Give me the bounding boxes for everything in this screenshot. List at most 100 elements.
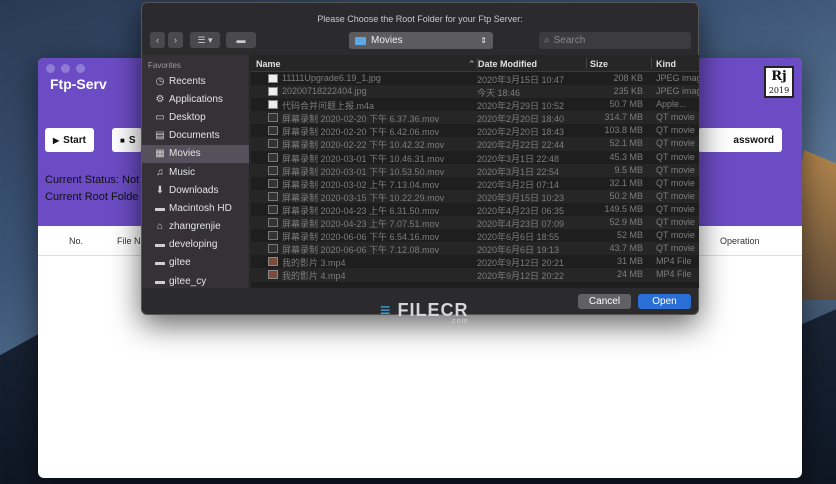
- new-folder-button[interactable]: ▬: [226, 32, 256, 48]
- music-icon: ♫: [156, 166, 164, 178]
- movie-file-icon: [268, 113, 278, 123]
- start-button[interactable]: ▶ Start: [45, 128, 94, 152]
- file-name: 11111Upgrade6.19_1.jpg: [282, 73, 381, 83]
- dialog-title: Please Choose the Root Folder for your F…: [317, 14, 523, 24]
- search-icon: ⌕: [544, 35, 550, 46]
- cancel-button[interactable]: Cancel: [578, 294, 631, 309]
- sort-chevron-up-icon: ⌃: [468, 59, 476, 69]
- sidebar-item-desktop[interactable]: ▭ Desktop: [142, 108, 249, 126]
- file-date: 2020年3月15日 10:23: [477, 192, 565, 203]
- file-row[interactable]: 代码合并问题上报.m4a 2020年2月29日 10:52 50.7 MB Apple…: [251, 98, 699, 111]
- file-size: 52.1 MB: [609, 138, 643, 149]
- column-divider: [651, 58, 652, 69]
- password-button[interactable]: assword: [698, 128, 782, 152]
- file-size: 9.5 MB: [614, 164, 643, 175]
- sidebar-item-documents[interactable]: ▤ Documents: [142, 127, 249, 145]
- folder-icon: ▬: [236, 35, 246, 45]
- movie-file-icon: [268, 165, 278, 175]
- hard-drive-icon: ▬: [155, 202, 165, 214]
- file-row[interactable]: 屏幕录制 2020-04-23 上午 7.07.51.mov 2020年4月23日…: [251, 216, 699, 230]
- col-date-modified[interactable]: Date Modified: [478, 59, 537, 69]
- file-row[interactable]: 屏幕录制 2020-03-01 下午 10.53.50.mov 2020年3月1日…: [251, 163, 699, 177]
- play-icon: ▶: [53, 135, 60, 145]
- file-date: 2020年3月15日 10:47: [477, 75, 565, 85]
- sidebar-item-recents[interactable]: ◷ Recents: [142, 72, 249, 90]
- file-row[interactable]: 屏幕录制 2020-03-15 下午 10.22.29.mov 2020年3月15…: [251, 189, 699, 203]
- file-row[interactable]: 屏幕录制 2020-02-22 下午 10.42.32.mov 2020年2月22…: [251, 137, 699, 151]
- file-size: 235 KB: [613, 86, 643, 97]
- file-size: 50.7 MB: [609, 99, 643, 110]
- documents-icon: ▤: [155, 130, 165, 142]
- location-label: Movies: [371, 35, 403, 46]
- file-row[interactable]: 屏幕录制 2020-06-06 下午 7.12.08.mov 2020年6月6日 …: [251, 242, 699, 256]
- movie-file-icon: [268, 152, 278, 162]
- file-date: 2020年6月6日 18:55: [477, 232, 560, 243]
- file-kind: QT movie: [656, 230, 695, 241]
- file-kind: QT movie: [656, 112, 695, 123]
- location-popup[interactable]: Movies ⇕: [349, 32, 493, 49]
- close-window-button[interactable]: [46, 64, 55, 73]
- sidebar-item-macintosh-hd[interactable]: ▬ Macintosh HD: [142, 199, 249, 217]
- sidebar-item-label: Downloads: [169, 184, 219, 196]
- image-file-icon: [268, 100, 278, 110]
- file-row[interactable]: 屏幕录制 2020-03-02 上午 7.13.04.mov 2020年3月2日 …: [251, 177, 699, 190]
- favorites-header: Favorites: [148, 61, 181, 70]
- current-status: Current Status: Not: [45, 174, 140, 186]
- file-date: 2020年6月6日 19:13: [477, 245, 560, 256]
- file-row[interactable]: 我的影片 3.mp4 2020年9月12日 20:21 31 MB MP4 File: [251, 255, 699, 268]
- file-size: 32.1 MB: [609, 177, 643, 188]
- stop-label: S: [128, 134, 136, 146]
- file-row[interactable]: 屏幕录制 2020-04-23 上午 6.31.50.mov 2020年4月23日…: [251, 203, 699, 216]
- file-name: 屏幕录制 2020-04-23 上午 6.31.50.mov: [282, 205, 440, 216]
- col-kind[interactable]: Kind: [656, 59, 676, 69]
- start-label: Start: [63, 134, 86, 146]
- logo-text: Rj: [771, 69, 787, 84]
- file-kind: QT movie: [656, 151, 695, 162]
- sidebar-item-gitee-cy[interactable]: ▬ gitee_cy: [142, 272, 249, 288]
- open-button[interactable]: Open: [638, 294, 691, 309]
- file-date: 2020年2月20日 18:43: [477, 127, 565, 138]
- file-date: 2020年2月29日 10:52: [477, 101, 565, 112]
- file-row[interactable]: 20200718222404.jpg 今天 18:46 235 KB JPEG ima…: [251, 85, 699, 99]
- file-row[interactable]: 11111Upgrade6.19_1.jpg 2020年3月15日 10:47 20…: [251, 72, 699, 85]
- search-field[interactable]: ⌕ Search: [539, 32, 691, 49]
- file-kind: QT movie: [656, 217, 695, 228]
- folder-icon: ▬: [155, 239, 165, 251]
- sidebar-item-movies[interactable]: ▦ Movies: [142, 144, 249, 163]
- forward-button[interactable]: ›: [168, 32, 183, 48]
- stop-button[interactable]: ■ S: [112, 128, 142, 152]
- sidebar-item-downloads[interactable]: ⬇ Downloads: [142, 181, 249, 199]
- file-name: 屏幕录制 2020-03-15 下午 10.22.29.mov: [282, 192, 445, 203]
- stop-icon: ■: [120, 135, 125, 145]
- file-row[interactable]: 屏幕录制 2020-02-20 下午 6.42.06.mov 2020年2月20日…: [251, 124, 699, 137]
- sidebar-item-label: Music: [169, 166, 196, 178]
- file-size: 314.7 MB: [604, 112, 643, 123]
- file-name: 我的影片 3.mp4: [282, 258, 346, 269]
- minimize-window-button[interactable]: [61, 64, 70, 73]
- sidebar-item-zhangrenjie[interactable]: ⌂ zhangrenjie: [142, 218, 249, 236]
- back-button[interactable]: ‹: [150, 32, 165, 48]
- file-row[interactable]: 屏幕录制 2020-06-06 下午 6.54.16.mov 2020年6月6日 …: [251, 229, 699, 242]
- sidebar-item-applications[interactable]: ⚙ Applications: [142, 90, 249, 108]
- mp4-file-icon: [268, 257, 278, 267]
- col-size[interactable]: Size: [590, 59, 608, 69]
- file-kind: JPEG image: [656, 73, 699, 83]
- file-kind: QT movie: [656, 243, 695, 254]
- file-kind: QT movie: [656, 125, 695, 136]
- sidebar-item-gitee[interactable]: ▬ gitee: [142, 254, 249, 272]
- col-name[interactable]: Name: [256, 59, 281, 69]
- sidebar-item-developing[interactable]: ▬ developing: [142, 236, 249, 254]
- file-kind: Apple...: [656, 99, 687, 110]
- folder-icon: [355, 36, 366, 45]
- view-options-button[interactable]: ☰ ▾: [190, 32, 220, 48]
- sidebar-item-music[interactable]: ♫ Music: [142, 163, 249, 181]
- file-row[interactable]: 屏幕录制 2020-02-20 下午 6.37.36.mov 2020年2月20日…: [251, 111, 699, 125]
- zoom-window-button[interactable]: [76, 64, 85, 73]
- file-row[interactable]: 我的影片 4.mp4 2020年9月12日 20:22 24 MB MP4 File: [251, 268, 699, 282]
- file-name: 屏幕录制 2020-03-01 下午 10.46.31.mov: [282, 153, 445, 164]
- file-name: 20200718222404.jpg: [282, 86, 367, 97]
- column-divider: [586, 58, 587, 69]
- image-file-icon: [268, 87, 278, 97]
- file-row[interactable]: 屏幕录制 2020-03-01 下午 10.46.31.mov 2020年3月1日…: [251, 151, 699, 164]
- file-date: 2020年3月2日 07:14: [477, 179, 560, 190]
